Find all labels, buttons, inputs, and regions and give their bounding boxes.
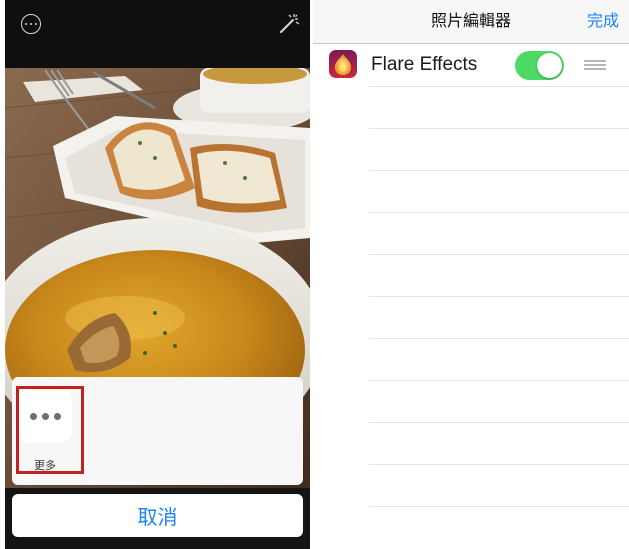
reorder-handle-icon[interactable] (584, 60, 606, 70)
row-divider (369, 86, 629, 87)
list-item: Flare Effects (313, 44, 629, 86)
page-title: 照片編輯器 (430, 13, 511, 30)
cancel-button[interactable]: 取消 (12, 494, 303, 537)
row-divider (369, 338, 629, 339)
done-button[interactable]: 完成 (587, 0, 619, 44)
toggle-knob (537, 53, 562, 78)
row-divider (369, 128, 629, 129)
row-divider (369, 296, 629, 297)
row-divider (369, 506, 629, 507)
extensions-screen: 照片編輯器 完成 Flare Effects (313, 0, 629, 549)
row-divider (369, 380, 629, 381)
flare-effects-app-icon (329, 50, 357, 78)
row-divider (369, 422, 629, 423)
row-divider (369, 254, 629, 255)
photo-editor-screen: 更多 取消 (5, 0, 310, 549)
extension-name: Flare Effects (371, 54, 478, 75)
more-circle-icon[interactable] (21, 14, 41, 34)
magic-wand-icon[interactable] (275, 11, 301, 37)
extension-toggle[interactable] (515, 51, 564, 80)
row-divider (369, 170, 629, 171)
editor-top-bar (5, 0, 310, 68)
row-divider (369, 212, 629, 213)
navigation-bar: 照片編輯器 完成 (313, 0, 629, 44)
screen: 更多 取消 照片編輯器 完成 Flare Effects (0, 0, 629, 549)
highlight-box (16, 386, 84, 474)
row-divider (369, 464, 629, 465)
